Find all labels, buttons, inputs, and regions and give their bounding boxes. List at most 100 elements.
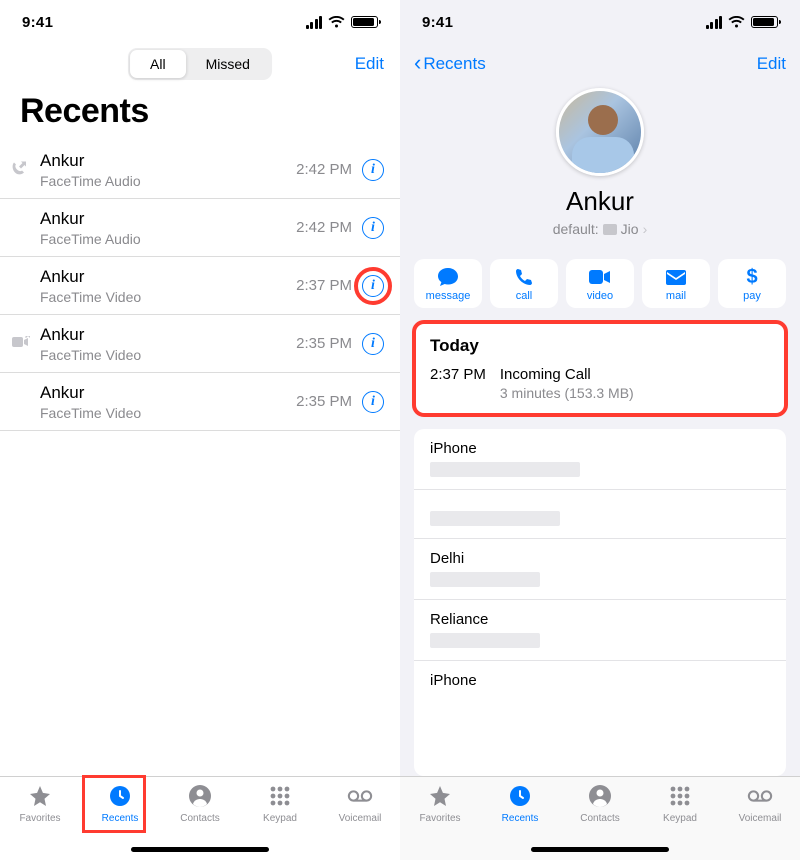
call-time: 2:42 PM (296, 161, 352, 178)
video-icon (589, 267, 611, 287)
info-button[interactable]: i (362, 159, 384, 181)
call-subtitle: FaceTime Audio (40, 231, 296, 247)
call-name: Ankur (40, 383, 296, 403)
segment-missed[interactable]: Missed (186, 50, 270, 78)
mail-button[interactable]: mail (642, 259, 710, 308)
contact-field[interactable]: iPhone (414, 429, 786, 490)
tab-label: Keypad (263, 813, 297, 824)
call-subtitle: FaceTime Audio (40, 173, 296, 189)
star-icon (427, 783, 453, 809)
tab-label: Voicemail (739, 813, 782, 824)
call-button[interactable]: call (490, 259, 558, 308)
message-button[interactable]: message (414, 259, 482, 308)
call-time: 2:37 PM (296, 277, 352, 294)
video-button[interactable]: video (566, 259, 634, 308)
keypad-icon (667, 783, 693, 809)
edit-button[interactable]: Edit (757, 54, 786, 74)
contact-field[interactable]: iPhone (414, 661, 786, 706)
call-time: 2:42 PM (296, 219, 352, 236)
call-subtitle: FaceTime Video (40, 347, 296, 363)
call-name: Ankur (40, 151, 296, 171)
call-subtitle: FaceTime Video (40, 289, 296, 305)
person-icon (187, 783, 213, 809)
segment-all[interactable]: All (130, 50, 186, 78)
edit-button[interactable]: Edit (355, 54, 384, 74)
contact-avatar[interactable] (556, 88, 644, 176)
tab-label: Contacts (180, 813, 219, 824)
call-time: 2:35 PM (296, 393, 352, 410)
phone-icon (515, 267, 533, 287)
status-bar: 9:41 (400, 0, 800, 44)
pay-icon: $ (746, 267, 757, 287)
tab-favorites[interactable]: Favorites (5, 783, 75, 860)
tab-label: Recents (502, 813, 539, 824)
recents-list: Ankur FaceTime Audio 2:42 PM i Ankur Fac… (0, 141, 400, 776)
home-indicator[interactable] (131, 847, 269, 852)
status-time: 9:41 (422, 14, 453, 31)
home-indicator[interactable] (531, 847, 669, 852)
tab-bar: Favorites Recents Contacts Keypad Voicem… (0, 776, 400, 860)
tab-label: Favorites (419, 813, 460, 824)
call-history-card: Today 2:37 PM Incoming Call 3 minutes (1… (414, 322, 786, 415)
back-button[interactable]: ‹ Recents (414, 52, 486, 76)
contact-field[interactable]: Reliance (414, 600, 786, 661)
chevron-right-icon: › (643, 221, 648, 237)
keypad-icon (267, 783, 293, 809)
wifi-icon (728, 16, 745, 29)
status-bar: 9:41 (0, 0, 400, 44)
outgoing-call-icon (12, 159, 28, 180)
info-button[interactable]: i (362, 217, 384, 239)
tab-voicemail[interactable]: Voicemail (725, 783, 795, 860)
message-icon (437, 267, 459, 287)
tab-label: Keypad (663, 813, 697, 824)
call-row[interactable]: Ankur FaceTime Video 2:35 PM i (0, 315, 400, 373)
call-duration: 3 minutes (153.3 MB) (500, 385, 634, 401)
chevron-left-icon: ‹ (414, 50, 421, 76)
contact-fields-card: iPhone Delhi Reliance iPhone (414, 429, 786, 776)
contact-field[interactable] (414, 490, 786, 539)
call-time: 2:37 PM (430, 366, 486, 401)
voicemail-icon (747, 783, 773, 809)
call-subtitle: FaceTime Video (40, 405, 296, 421)
pay-button[interactable]: $ pay (718, 259, 786, 308)
cellular-signal-icon (706, 16, 723, 29)
call-row[interactable]: Ankur FaceTime Audio 2:42 PM i (0, 141, 400, 199)
tab-label: Voicemail (339, 813, 382, 824)
outgoing-video-icon (12, 335, 30, 353)
call-row[interactable]: Ankur FaceTime Audio 2:42 PM i (0, 199, 400, 257)
tab-label: Recents (102, 813, 139, 824)
call-name: Ankur (40, 267, 296, 287)
wifi-icon (328, 16, 345, 29)
contact-field[interactable]: Delhi (414, 539, 786, 600)
mail-icon (666, 267, 686, 287)
clock-icon (107, 783, 133, 809)
star-icon (27, 783, 53, 809)
cellular-signal-icon (306, 16, 323, 29)
default-sim-row[interactable]: default: Jio › (553, 221, 648, 237)
call-name: Ankur (40, 325, 296, 345)
info-button[interactable]: i (362, 391, 384, 413)
contact-name: Ankur (566, 186, 634, 217)
call-name: Ankur (40, 209, 296, 229)
sim-icon (603, 224, 617, 235)
info-button[interactable]: i (362, 333, 384, 355)
call-time: 2:35 PM (296, 335, 352, 352)
tab-favorites[interactable]: Favorites (405, 783, 475, 860)
tab-voicemail[interactable]: Voicemail (325, 783, 395, 860)
clock-icon (507, 783, 533, 809)
call-row[interactable]: Ankur FaceTime Video 2:35 PM i (0, 373, 400, 431)
tab-label: Favorites (19, 813, 60, 824)
call-row[interactable]: Ankur FaceTime Video 2:37 PM i (0, 257, 400, 315)
voicemail-icon (347, 783, 373, 809)
info-button[interactable]: i (362, 275, 384, 297)
screen-contact-card: 9:41 ‹ Recents Edit Ankur default: J (400, 0, 800, 860)
today-header: Today (430, 336, 770, 356)
person-icon (587, 783, 613, 809)
battery-icon (351, 16, 378, 28)
battery-icon (751, 16, 778, 28)
tab-bar: Favorites Recents Contacts Keypad Voicem… (400, 776, 800, 860)
back-label: Recents (423, 54, 485, 74)
recents-filter-segment[interactable]: All Missed (128, 48, 272, 80)
action-buttons-row: message call video mail $ pay (400, 249, 800, 322)
screen-recents-list: 9:41 All Missed Edit Recents (0, 0, 400, 860)
